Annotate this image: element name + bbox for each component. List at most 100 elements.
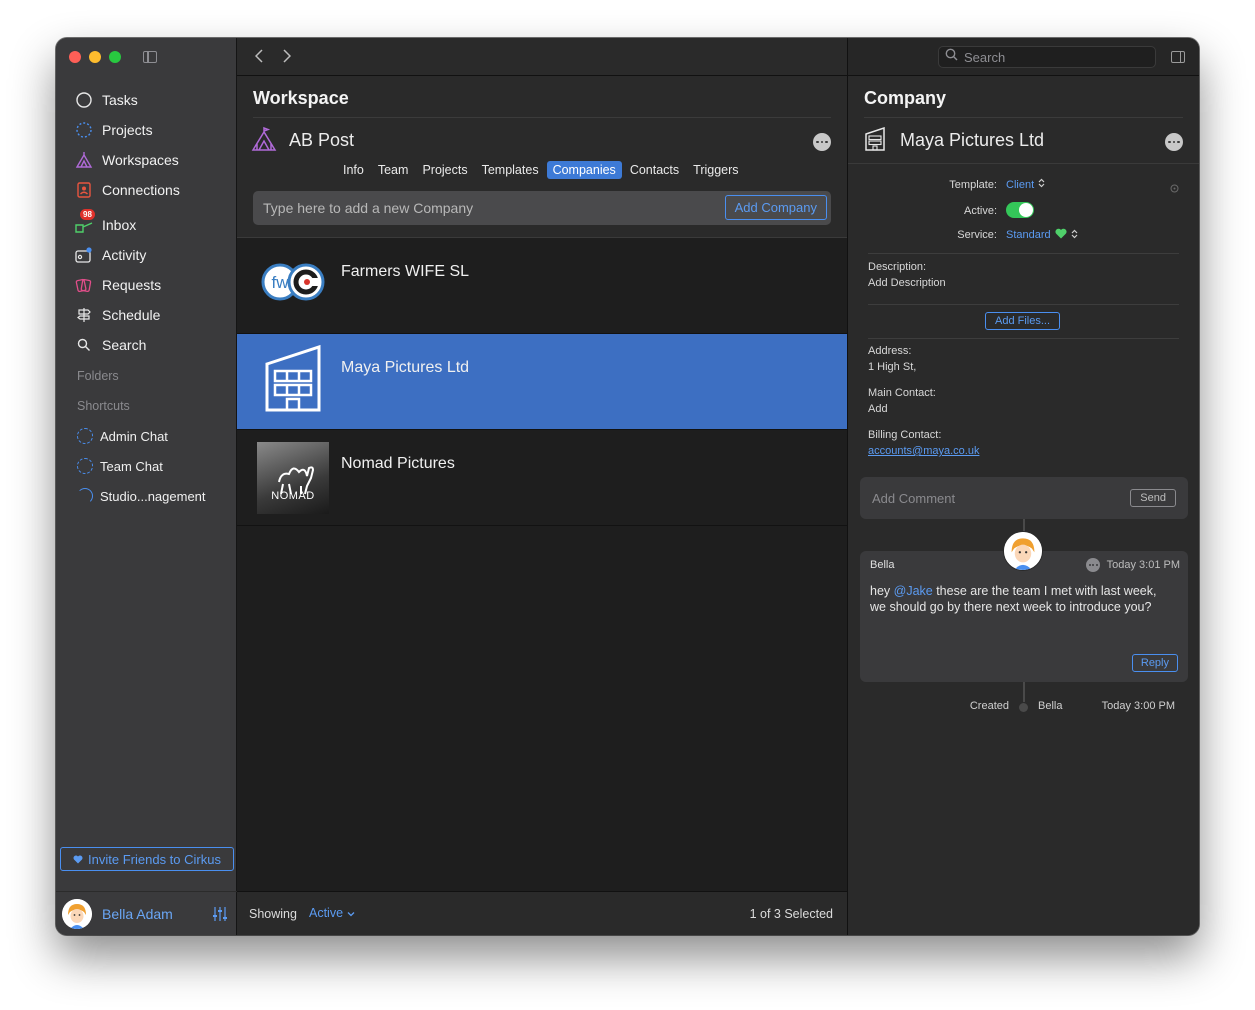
send-button[interactable]: Send <box>1130 489 1176 507</box>
company-detail-pane: Company Maya Pictures Ltd Template: Clie… <box>847 38 1199 935</box>
workspace-header: Workspace AB Post Info Team Projects Tem… <box>237 76 847 238</box>
shortcuts-section-label[interactable]: Shortcuts <box>77 399 130 413</box>
tab-projects[interactable]: Projects <box>416 161 473 179</box>
user-name[interactable]: Bella Adam <box>102 906 173 922</box>
comment-more-button[interactable] <box>1086 558 1100 572</box>
signpost-icon <box>74 305 94 325</box>
tab-info[interactable]: Info <box>337 161 370 179</box>
shortcut-label: Admin Chat <box>100 428 168 444</box>
forward-chevron-icon[interactable] <box>283 49 292 68</box>
created-author: Bella <box>1038 700 1063 712</box>
reply-button[interactable]: Reply <box>1131 654 1178 672</box>
companies-pane: Workspace AB Post Info Team Projects Tem… <box>237 38 847 935</box>
company-row-nomad-pictures[interactable]: NOMAD Nomad Pictures <box>237 430 847 526</box>
sidebar-item-tasks[interactable]: Tasks <box>74 88 138 112</box>
sliders-icon[interactable] <box>213 906 227 927</box>
company-name: Maya Pictures Ltd <box>341 359 470 376</box>
service-dropdown[interactable]: Standard <box>1006 228 1078 242</box>
company-header: Company Maya Pictures Ltd <box>848 76 1199 164</box>
right-toolbar <box>848 38 1199 76</box>
app-window: Tasks Projects Workspaces Connections 98… <box>56 38 1199 935</box>
sidebar-item-schedule[interactable]: Schedule <box>74 303 160 327</box>
folders-section-label[interactable]: Folders <box>77 369 119 383</box>
filter-dropdown[interactable]: Active <box>309 906 355 920</box>
template-value: Client <box>1006 178 1035 191</box>
invite-friends-button[interactable]: Invite Friends to Cirkus <box>60 847 234 871</box>
add-comment-field: Send <box>860 477 1188 519</box>
sidebar-item-label: Inbox <box>102 217 137 233</box>
comment-avatar <box>1003 531 1043 571</box>
billing-contact-link[interactable]: accounts@maya.co.uk <box>868 445 979 457</box>
mention-link[interactable]: @Jake <box>894 584 933 598</box>
add-company-field: Add Company <box>253 191 831 225</box>
address-value[interactable]: 1 High St, <box>868 361 916 373</box>
service-value: Standard <box>1006 229 1051 241</box>
cards-icon <box>74 275 94 295</box>
description-value[interactable]: Add Description <box>868 277 946 289</box>
company-name: Maya Pictures Ltd <box>900 130 1045 150</box>
sidebar-item-inbox[interactable]: 98 Inbox <box>74 209 137 237</box>
created-time: Today 3:00 PM <box>1101 700 1175 712</box>
comment-input[interactable] <box>860 477 1110 519</box>
svg-text:fw: fw <box>272 273 290 292</box>
created-label: Created <box>969 700 1009 712</box>
tab-contacts[interactable]: Contacts <box>624 161 685 179</box>
avatar[interactable] <box>62 898 92 929</box>
tab-triggers[interactable]: Triggers <box>687 161 744 179</box>
sidebar-item-search[interactable]: Search <box>74 333 146 357</box>
updown-chevron-icon <box>1071 229 1078 242</box>
company-name: Farmers WIFE SL <box>341 263 470 280</box>
sidebar-item-activity[interactable]: Activity <box>74 243 146 267</box>
template-dropdown[interactable]: Client <box>1006 178 1045 191</box>
shortcut-item-team-chat[interactable]: Team Chat <box>77 455 163 477</box>
search-field <box>938 46 1156 68</box>
add-files-button[interactable]: Add Files... <box>985 312 1061 330</box>
tab-team[interactable]: Team <box>372 161 415 179</box>
updown-chevron-icon <box>1038 178 1045 191</box>
description-label: Description: <box>868 261 927 273</box>
inbox-badge: 98 <box>80 209 95 220</box>
add-company-button[interactable]: Add Company <box>724 195 827 220</box>
minimize-window-button[interactable] <box>89 51 101 63</box>
sidebar-item-connections[interactable]: Connections <box>74 178 180 202</box>
sidebar-item-label: Schedule <box>102 307 161 323</box>
tab-templates[interactable]: Templates <box>476 161 545 179</box>
sidebar-item-requests[interactable]: Requests <box>74 273 161 297</box>
chevron-down-icon <box>347 906 355 920</box>
invite-label: Invite Friends to Cirkus <box>88 851 221 867</box>
main-contact-value[interactable]: Add <box>868 403 888 415</box>
sidebar: Tasks Projects Workspaces Connections 98… <box>56 38 237 935</box>
workspace-more-button[interactable] <box>813 133 831 151</box>
nomad-logo-text: NOMAD <box>271 490 315 502</box>
active-toggle[interactable] <box>1006 202 1034 218</box>
sidebar-item-label: Tasks <box>102 92 138 108</box>
search-input[interactable] <box>964 49 1144 65</box>
close-window-button[interactable] <box>69 51 81 63</box>
add-company-input[interactable] <box>253 191 713 225</box>
inbox-icon: 98 <box>74 209 95 235</box>
shortcut-item-studio-management[interactable]: Studio...nagement <box>77 485 206 507</box>
comment-body: hey @Jake these are the team I met with … <box>870 583 1170 615</box>
shortcut-item-admin-chat[interactable]: Admin Chat <box>77 425 168 447</box>
company-row-farmers-wife[interactable]: fw Farmers WIFE SL <box>237 238 847 334</box>
company-more-button[interactable] <box>1165 133 1183 151</box>
timeline-connector <box>1023 682 1025 702</box>
sidebar-item-workspaces[interactable]: Workspaces <box>74 148 179 172</box>
comment-text: hey <box>870 584 894 598</box>
workspace-tabs: Info Team Projects Templates Companies C… <box>337 161 747 179</box>
back-chevron-icon[interactable] <box>254 49 263 68</box>
sidebar-item-projects[interactable]: Projects <box>74 118 153 142</box>
nomad-camel-logo: NOMAD <box>257 442 329 514</box>
tab-companies[interactable]: Companies <box>546 161 622 179</box>
address-label: Address: <box>868 345 912 357</box>
inspector-toggle-icon[interactable] <box>1171 51 1185 63</box>
page-title: Workspace <box>253 88 349 108</box>
window-controls <box>69 51 121 63</box>
sidebar-toggle-icon[interactable] <box>143 51 157 63</box>
gear-icon[interactable] <box>1170 180 1179 198</box>
divider <box>868 253 1179 254</box>
magnifier-icon <box>74 335 94 355</box>
zoom-window-button[interactable] <box>109 51 121 63</box>
company-row-maya-pictures[interactable]: Maya Pictures Ltd <box>237 334 847 430</box>
shortcut-label: Team Chat <box>100 458 163 474</box>
